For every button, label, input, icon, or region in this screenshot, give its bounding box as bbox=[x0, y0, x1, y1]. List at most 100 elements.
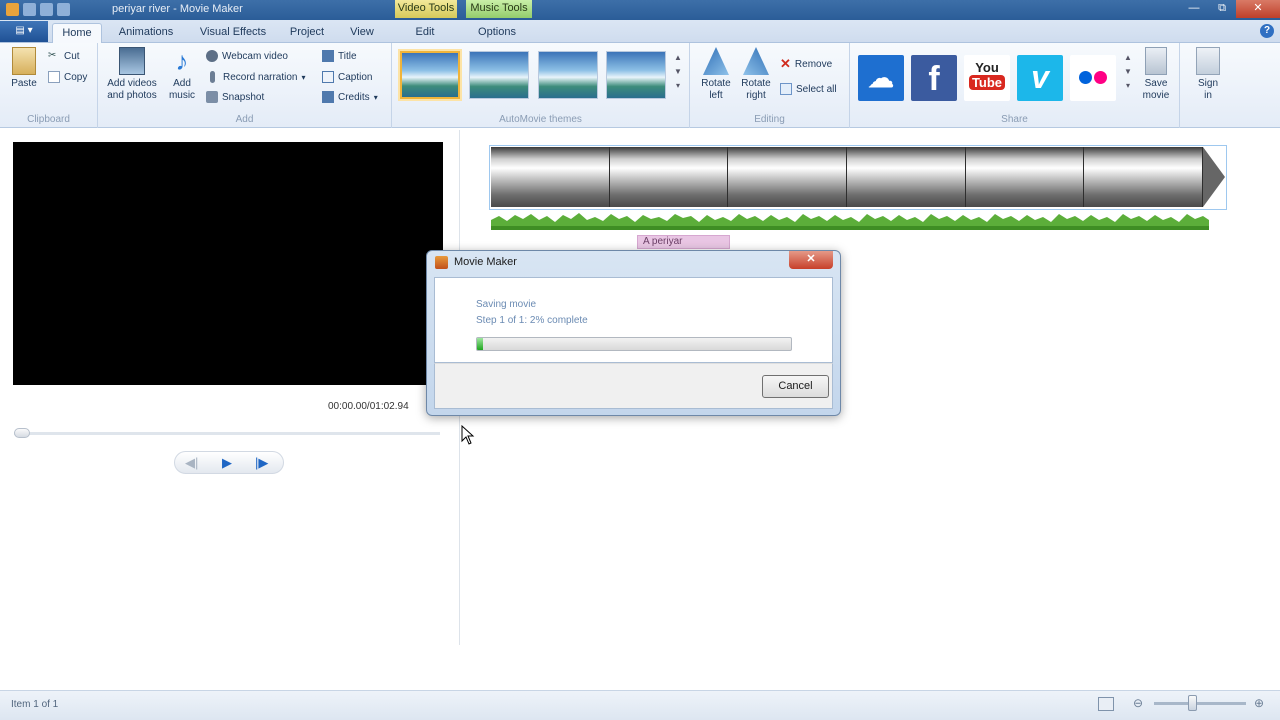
cancel-button[interactable]: Cancel bbox=[762, 375, 829, 398]
save-movie-label-1: Save bbox=[1144, 78, 1168, 89]
rotate-right-icon bbox=[743, 47, 769, 75]
paste-button[interactable]: Paste bbox=[6, 47, 42, 90]
maximize-button[interactable]: ⧉ bbox=[1208, 0, 1236, 18]
theme-thumbnail-2[interactable] bbox=[469, 51, 529, 99]
movie-maker-icon bbox=[435, 256, 448, 269]
chevron-down-icon: ▾ bbox=[373, 92, 378, 102]
share-group-label: Share bbox=[1001, 114, 1028, 125]
cut-button[interactable]: ✂ Cut bbox=[48, 50, 80, 62]
caption-icon bbox=[322, 71, 334, 83]
scissors-icon: ✂ bbox=[48, 50, 57, 61]
close-button[interactable]: ✕ bbox=[1236, 0, 1280, 18]
seek-thumb[interactable] bbox=[14, 428, 30, 438]
app-icon[interactable] bbox=[6, 3, 19, 16]
share-group: ☁ f You Tube v ▲ ▼ ▾ Save movie Share bbox=[850, 43, 1180, 128]
video-clip-filmstrip[interactable] bbox=[491, 147, 1203, 207]
progress-bar bbox=[476, 337, 792, 351]
editing-group-label: Editing bbox=[754, 114, 785, 125]
microphone-icon bbox=[210, 71, 215, 83]
tab-project[interactable]: Project bbox=[282, 23, 332, 43]
camera-icon bbox=[206, 91, 218, 103]
gallery-scroll[interactable]: ▲ ▼ ▾ bbox=[672, 51, 684, 99]
snapshot-button[interactable]: Snapshot bbox=[206, 91, 264, 103]
credits-button[interactable]: Credits ▾ bbox=[322, 91, 378, 103]
zoom-out-icon[interactable]: ⊖ bbox=[1133, 696, 1143, 710]
tab-visual-effects[interactable]: Visual Effects bbox=[192, 23, 274, 43]
theme-thumbnail-3[interactable] bbox=[538, 51, 598, 99]
progress-fill bbox=[477, 338, 484, 350]
add-music-label-2: music bbox=[168, 90, 196, 101]
next-frame-icon[interactable]: |▶ bbox=[255, 455, 268, 471]
rotate-left-label-1: Rotate bbox=[701, 78, 731, 89]
play-icon[interactable]: ▶ bbox=[222, 455, 232, 471]
theme-thumbnail-4[interactable] bbox=[606, 51, 666, 99]
rotate-right-button[interactable]: Rotate right bbox=[736, 47, 776, 102]
caption-tag[interactable]: A periyar bbox=[637, 235, 730, 249]
clip-end-arrow bbox=[1203, 147, 1225, 207]
copy-button[interactable]: Copy bbox=[48, 71, 87, 83]
editing-group: Rotate left Rotate right ✕ Remove Select… bbox=[690, 43, 850, 128]
tab-edit[interactable]: Edit bbox=[403, 23, 447, 43]
tab-options[interactable]: Options bbox=[470, 23, 524, 43]
themes-group-label: AutoMovie themes bbox=[499, 114, 582, 125]
record-narration-label: Record narration bbox=[223, 71, 298, 83]
clipboard-group-label: Clipboard bbox=[27, 114, 70, 125]
title-icon bbox=[322, 50, 334, 62]
rotate-right-label-2: right bbox=[746, 90, 766, 101]
vimeo-icon[interactable]: v bbox=[1017, 55, 1063, 101]
zoom-slider-thumb[interactable] bbox=[1188, 695, 1197, 711]
add-music-button[interactable]: ♪ Add music bbox=[164, 47, 200, 102]
title-button[interactable]: Title bbox=[322, 50, 357, 62]
save-icon[interactable] bbox=[23, 3, 36, 16]
add-videos-label-2: and photos bbox=[107, 90, 157, 101]
select-all-icon bbox=[780, 83, 792, 95]
help-icon[interactable]: ? bbox=[1260, 24, 1274, 38]
dialog-footer: Cancel bbox=[434, 363, 833, 409]
share-gallery-scroll[interactable]: ▲ ▼ ▾ bbox=[1122, 51, 1134, 99]
select-all-button[interactable]: Select all bbox=[780, 83, 837, 95]
automovie-themes-group: ▲ ▼ ▾ AutoMovie themes bbox=[392, 43, 690, 128]
seek-bar[interactable] bbox=[14, 432, 440, 435]
caption-button[interactable]: Caption bbox=[322, 71, 372, 83]
webcam-icon bbox=[206, 50, 218, 62]
zoom-slider-track[interactable] bbox=[1154, 702, 1246, 705]
rotate-right-label-1: Rotate bbox=[741, 78, 771, 89]
waveform-graphic bbox=[491, 213, 1209, 230]
audio-waveform[interactable] bbox=[491, 210, 1209, 230]
save-movie-button[interactable]: Save movie bbox=[1136, 47, 1176, 102]
music-note-icon: ♪ bbox=[175, 46, 189, 76]
youtube-icon[interactable]: You Tube bbox=[964, 55, 1010, 101]
flickr-icon[interactable] bbox=[1070, 55, 1116, 101]
rotate-left-label-2: left bbox=[709, 90, 723, 101]
webcam-video-button[interactable]: Webcam video bbox=[206, 50, 288, 62]
tab-home[interactable]: Home bbox=[52, 23, 102, 43]
previous-frame-icon[interactable]: ◀| bbox=[185, 455, 198, 471]
theme-thumbnail-1[interactable] bbox=[400, 51, 460, 99]
paste-icon bbox=[12, 47, 36, 75]
onedrive-icon[interactable]: ☁ bbox=[858, 55, 904, 101]
remove-button[interactable]: ✕ Remove bbox=[780, 56, 832, 72]
sign-in-button[interactable]: Sign in bbox=[1188, 47, 1228, 102]
add-videos-button[interactable]: Add videos and photos bbox=[102, 47, 162, 102]
minimize-button[interactable]: — bbox=[1180, 0, 1208, 18]
playback-controls: ◀| ▶ |▶ bbox=[174, 451, 284, 474]
zoom-in-icon[interactable]: ⊕ bbox=[1254, 696, 1264, 710]
dialog-title: Movie Maker bbox=[454, 256, 517, 268]
rotate-left-button[interactable]: Rotate left bbox=[696, 47, 736, 102]
storyboard-view-icon[interactable] bbox=[1098, 697, 1114, 711]
tab-animations[interactable]: Animations bbox=[110, 23, 182, 43]
dialog-close-button[interactable]: ✕ bbox=[789, 251, 833, 269]
tab-view[interactable]: View bbox=[340, 23, 384, 43]
rotate-left-icon bbox=[703, 47, 729, 75]
facebook-icon[interactable]: f bbox=[911, 55, 957, 101]
video-preview[interactable] bbox=[13, 142, 443, 385]
record-narration-button[interactable]: Record narration ▾ bbox=[206, 71, 306, 83]
undo-icon[interactable] bbox=[40, 3, 53, 16]
redo-icon[interactable] bbox=[57, 3, 70, 16]
window-title: periyar river - Movie Maker bbox=[112, 3, 243, 15]
dialog-body: Saving movie Step 1 of 1: 2% complete bbox=[434, 277, 833, 363]
file-menu-button[interactable]: ▤ ▾ bbox=[0, 21, 48, 42]
title-label: Title bbox=[338, 50, 357, 62]
paste-label: Paste bbox=[11, 78, 37, 89]
add-videos-label-1: Add videos bbox=[107, 78, 157, 89]
